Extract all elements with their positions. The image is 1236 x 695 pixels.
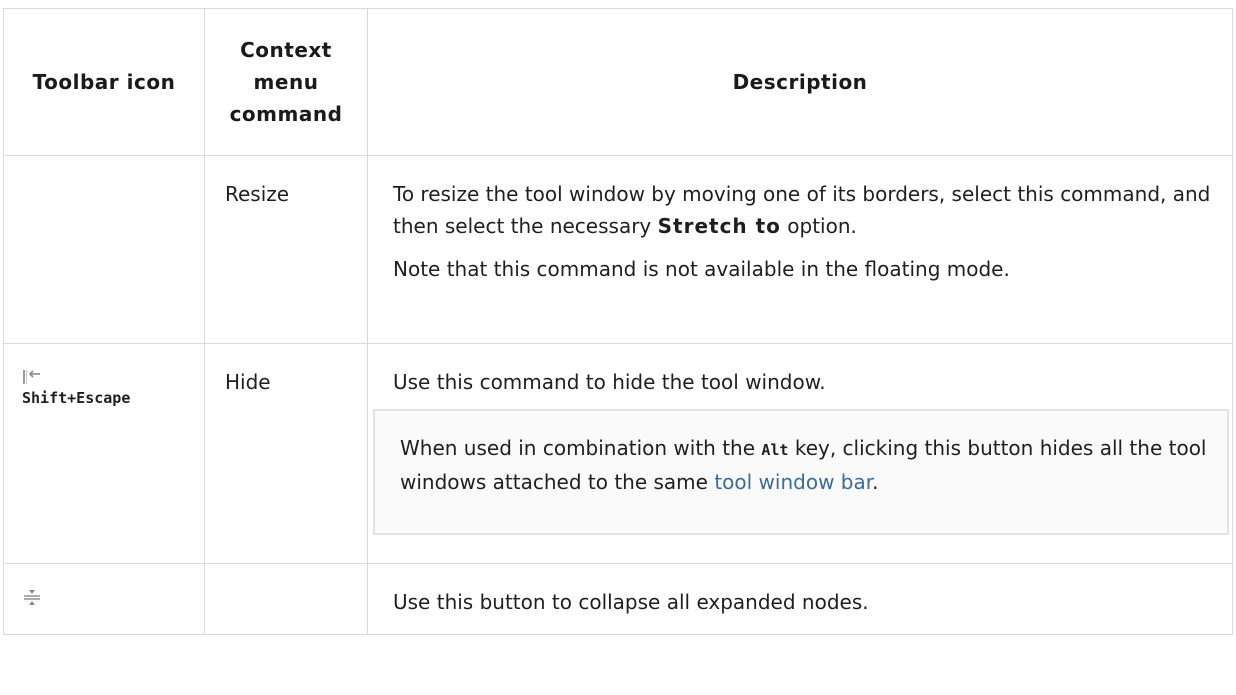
- description-text: option.: [780, 214, 857, 238]
- icon-cell: Shift+Escape: [3, 343, 205, 564]
- hide-icon[interactable]: [22, 364, 42, 384]
- header-context-menu-command: Context menu command: [204, 8, 368, 156]
- description-cell: Use this command to hide the tool window…: [367, 343, 1233, 564]
- tip-box: When used in combination with the Alt ke…: [373, 409, 1229, 535]
- command-label: Hide: [225, 370, 271, 394]
- description-cell: To resize the tool window by moving one …: [367, 155, 1233, 344]
- content-area: Toolbar icon Context menu command Descri…: [0, 0, 1236, 695]
- note-paragraph: Note that this command is not available …: [393, 257, 1010, 281]
- tip-paragraph: When used in combination with the Alt ke…: [400, 432, 1212, 498]
- description-cell: Use this button to collapse all expanded…: [367, 563, 1233, 635]
- alt-key: Alt: [761, 441, 789, 459]
- table-row: Use this button to collapse all expanded…: [3, 563, 1233, 635]
- command-label: [225, 564, 347, 586]
- command-cell: Resize: [204, 155, 368, 344]
- description-paragraph: Use this button to collapse all expanded…: [393, 590, 869, 614]
- tip-text: When used in combination with the: [400, 436, 762, 460]
- command-cell: Hide: [204, 343, 368, 564]
- table-row: Resize To resize the tool window by movi…: [3, 155, 1233, 344]
- table-row: Shift+Escape Hide Use this command to hi…: [3, 343, 1233, 564]
- collapse-all-icon[interactable]: [22, 584, 42, 605]
- description-paragraph: To resize the tool window by moving one …: [393, 156, 1216, 242]
- tip-text: .: [872, 470, 879, 494]
- header-description: Description: [367, 8, 1233, 156]
- shortcut-label: Shift+Escape: [22, 389, 131, 407]
- table-header-row: Toolbar icon Context menu command Descri…: [3, 8, 1233, 156]
- commands-table: Toolbar icon Context menu command Descri…: [3, 8, 1233, 635]
- header-toolbar-icon: Toolbar icon: [3, 8, 205, 156]
- icon-cell: [3, 563, 205, 635]
- option-term: Stretch to: [657, 214, 781, 238]
- description-paragraph: Use this command to hide the tool window…: [393, 370, 826, 394]
- tool-window-bar-link[interactable]: tool window bar: [714, 470, 872, 494]
- icon-cell: [3, 155, 205, 344]
- command-cell: [204, 563, 368, 635]
- command-label: Resize: [225, 182, 290, 206]
